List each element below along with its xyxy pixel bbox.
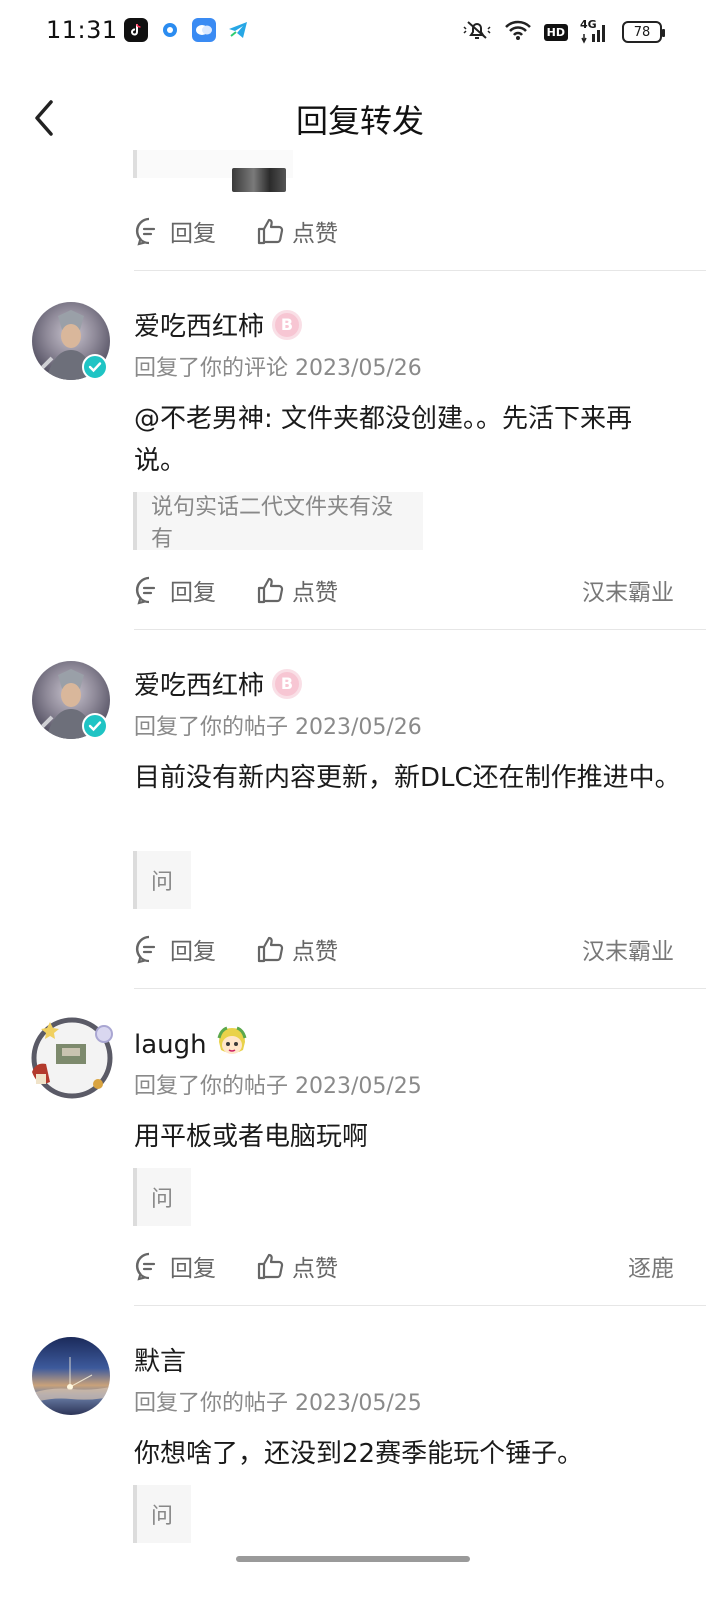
like-button[interactable]: 点赞 <box>256 573 338 607</box>
divider <box>134 1305 706 1306</box>
thumbs-up-icon <box>257 577 284 604</box>
like-label: 点赞 <box>292 580 338 606</box>
list-item[interactable]: 爱吃西红柿 B 回复了你的帖子 2023/05/26 目前没有新内容更新，新DL… <box>0 661 720 989</box>
hd-icon: HD <box>543 23 568 41</box>
tiktok-icon <box>124 18 148 42</box>
comment-icon <box>135 1252 156 1281</box>
signal-icon: 4G <box>580 18 610 44</box>
emoji-avatar-icon <box>215 1024 249 1065</box>
reply-label: 回复 <box>170 1256 216 1282</box>
username-row[interactable]: 爱吃西红柿 B <box>134 306 303 343</box>
reply-content[interactable]: @不老男神: 文件夹都没创建。。先活下来再说。 <box>134 398 684 482</box>
list-item[interactable]: laugh 回复了你的帖子 2023/05/25 用平板或者电脑玩啊 问 回复 … <box>0 1017 720 1306</box>
reply-button[interactable]: 回复 <box>134 214 216 248</box>
chat-icon <box>192 18 216 42</box>
telegram-icon <box>226 18 250 42</box>
comment-icon <box>135 217 156 246</box>
quote-text: 问 <box>151 1187 174 1212</box>
username[interactable]: 默言 <box>134 1341 186 1378</box>
like-label: 点赞 <box>292 221 338 247</box>
reply-label: 回复 <box>170 221 216 247</box>
like-label: 点赞 <box>292 1256 338 1282</box>
like-label: 点赞 <box>292 939 338 965</box>
action-bar: 回复 点赞 汉末霸业 <box>134 570 706 610</box>
battery-indicator: 78 <box>622 21 665 43</box>
comment-icon <box>135 935 156 964</box>
source-game-link[interactable]: 汉末霸业 <box>582 932 674 966</box>
username[interactable]: 爱吃西红柿 <box>134 306 264 343</box>
verified-badge-icon <box>82 354 108 380</box>
quote-thumbnail <box>232 168 286 192</box>
reply-feed[interactable]: 回复 点赞 爱吃西红柿 B 回复了你的评论 2023/05/26 @不老男神: … <box>0 150 720 1550</box>
username[interactable]: laugh <box>134 1030 207 1060</box>
verified-badge-icon <box>82 713 108 739</box>
username[interactable]: 爱吃西红柿 <box>134 665 264 702</box>
username-row[interactable]: laugh <box>134 1024 249 1065</box>
quoted-comment[interactable]: 问 <box>133 1485 191 1543</box>
reply-content[interactable]: 目前没有新内容更新，新DLC还在制作推进中。 <box>134 757 684 799</box>
level-badge-icon: B <box>272 668 303 699</box>
comment-icon <box>135 576 156 605</box>
home-indicator[interactable] <box>236 1556 470 1562</box>
thumbs-up-icon <box>257 1253 284 1280</box>
quote-text: 说句实话二代文件夹有没有 <box>151 495 394 552</box>
thumbs-up-icon <box>257 218 284 245</box>
avatar[interactable] <box>32 1337 110 1415</box>
wifi-icon <box>504 18 532 46</box>
divider <box>134 270 706 271</box>
reply-button[interactable]: 回复 <box>134 573 216 607</box>
reply-meta: 回复了你的帖子 2023/05/26 <box>134 715 422 740</box>
list-item[interactable]: 爱吃西红柿 B 回复了你的评论 2023/05/26 @不老男神: 文件夹都没创… <box>0 302 720 630</box>
system-icons: HD 4G 78 <box>462 18 665 46</box>
source-game-link[interactable]: 逐鹿 <box>628 1249 674 1283</box>
list-item-partial: 回复 点赞 <box>0 150 720 270</box>
quoted-comment[interactable]: 说句实话二代文件夹有没有 <box>133 492 423 552</box>
action-bar: 回复 点赞 汉末霸业 <box>134 929 706 969</box>
notification-icons <box>124 18 250 42</box>
source-game-link[interactable]: 汉末霸业 <box>582 573 674 607</box>
divider <box>134 988 706 989</box>
reply-content[interactable]: 你想啥了，还没到22赛季能玩个锤子。 <box>134 1433 684 1475</box>
page-title: 回复转发 <box>295 102 424 140</box>
like-button[interactable]: 点赞 <box>256 214 338 248</box>
divider <box>134 629 706 630</box>
list-item[interactable]: 默言 回复了你的帖子 2023/05/25 你想啥了，还没到22赛季能玩个锤子。… <box>0 1337 720 1550</box>
like-button[interactable]: 点赞 <box>256 932 338 966</box>
quote-text: 问 <box>151 870 174 895</box>
action-bar: 回复 点赞 逐鹿 <box>134 1246 706 1286</box>
reply-meta: 回复了你的帖子 2023/05/25 <box>134 1391 422 1416</box>
quote-text: 问 <box>151 1504 174 1529</box>
mute-icon <box>462 18 492 46</box>
username-row[interactable]: 爱吃西红柿 B <box>134 665 303 702</box>
reply-label: 回复 <box>170 939 216 965</box>
status-bar: 11:31 HD 4G 78 <box>0 0 720 64</box>
like-button[interactable]: 点赞 <box>256 1249 338 1283</box>
avatar[interactable] <box>24 1014 116 1104</box>
quoted-comment[interactable]: 问 <box>133 1168 191 1226</box>
username-row[interactable]: 默言 <box>134 1341 186 1378</box>
reply-button[interactable]: 回复 <box>134 932 216 966</box>
level-badge-icon: B <box>272 309 303 340</box>
reply-meta: 回复了你的评论 2023/05/26 <box>134 356 422 381</box>
status-time: 11:31 <box>46 16 118 44</box>
reply-label: 回复 <box>170 580 216 606</box>
reply-content[interactable]: 用平板或者电脑玩啊 <box>134 1116 684 1158</box>
reply-meta: 回复了你的帖子 2023/05/25 <box>134 1074 422 1099</box>
reply-button[interactable]: 回复 <box>134 1249 216 1283</box>
action-bar: 回复 点赞 <box>134 211 706 251</box>
quoted-comment[interactable]: 问 <box>133 851 191 909</box>
thumbs-up-icon <box>257 936 284 963</box>
browser-icon <box>158 18 182 42</box>
